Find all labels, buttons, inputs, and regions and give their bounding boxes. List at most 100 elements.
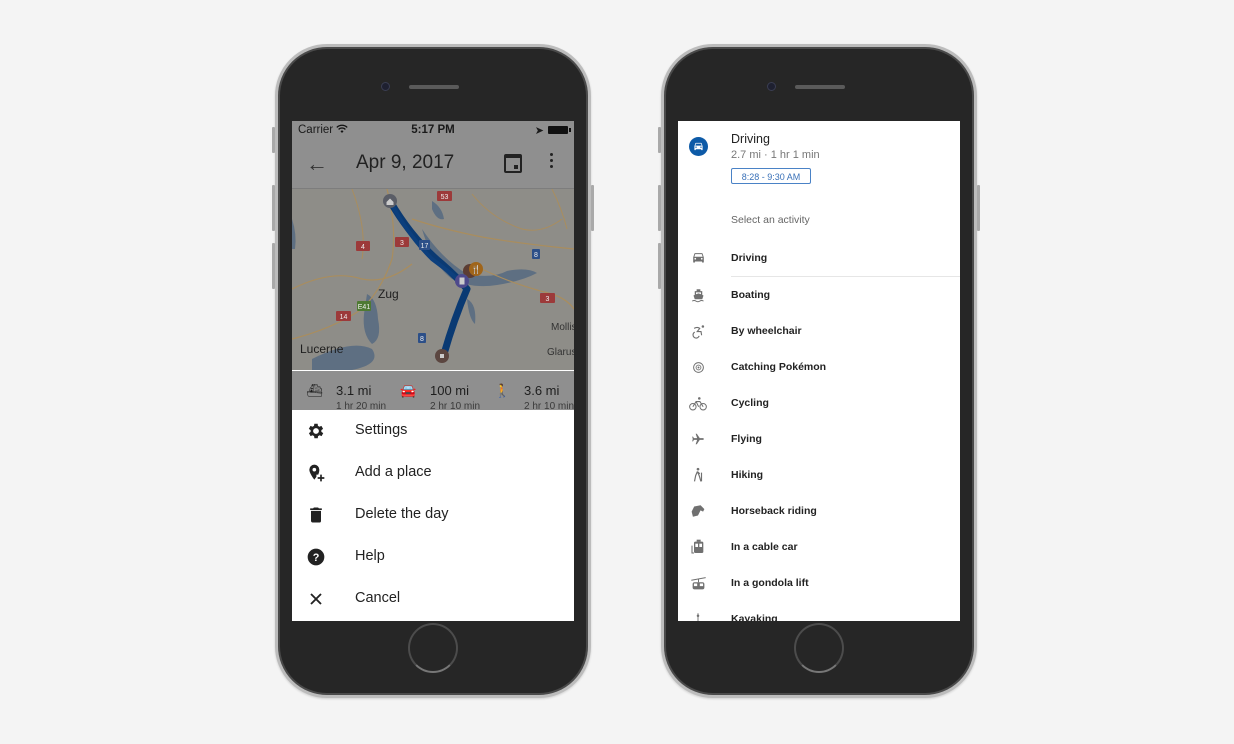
menu-item-settings[interactable]: Settings [292, 410, 574, 452]
activity-item-cable-car[interactable]: In a cable car [678, 529, 960, 565]
car-icon [694, 142, 703, 150]
map-label-mollis: Mollis [551, 322, 574, 333]
activity-item-gondola[interactable]: In a gondola lift [678, 565, 960, 601]
shield-label: 14 [340, 314, 348, 321]
location-arrow-icon: ➤ [534, 125, 544, 137]
shield-label: 4 [361, 244, 365, 251]
map-label-glarus: Glarus [547, 347, 574, 358]
shield-label: 53 [441, 194, 449, 201]
map-label-zug: Zug [378, 287, 399, 301]
add-place-icon [306, 463, 326, 483]
select-activity-heading: Select an activity [731, 214, 810, 226]
activity-item-pokemon[interactable]: Catching Pokémon [678, 349, 960, 385]
end-icon [440, 354, 444, 358]
earpiece-speaker [409, 85, 459, 89]
time-range-button[interactable]: 8:28 - 9:30 AM [731, 168, 811, 184]
restaurant-icon: 🍴 [471, 264, 481, 274]
car-icon: 🚘 [400, 383, 417, 398]
map-view[interactable]: 53 4 3 17 8 E41 14 3 8 🍴 Zug Lucerne Mol… [292, 189, 574, 370]
cable-car-icon [689, 539, 707, 555]
shield-label: 8 [534, 252, 538, 259]
menu-label: Cancel [355, 590, 401, 606]
driving-badge [689, 137, 708, 156]
activity-item-cycling[interactable]: Cycling [678, 385, 960, 421]
menu-item-cancel[interactable]: Cancel [292, 578, 574, 620]
more-vert-icon[interactable] [550, 153, 554, 171]
wheelchair-icon [689, 323, 707, 339]
menu-item-delete-day[interactable]: Delete the day [292, 494, 574, 536]
activity-item-driving[interactable]: Driving [678, 240, 960, 276]
mute-switch [658, 127, 661, 153]
activity-label: Horseback riding [731, 505, 817, 517]
segment-detail: Driving 2.7 mi · 1 hr 1 min 8:28 - 9:30 … [678, 121, 960, 241]
page-title: Apr 9, 2017 [356, 152, 455, 173]
battery-icon [548, 126, 571, 134]
boating-icon: ⛴ [306, 383, 323, 398]
activity-label: Catching Pokémon [731, 361, 827, 373]
gas-station-icon [459, 277, 465, 285]
menu-label: Help [355, 548, 385, 564]
screen-day-view: Carrier 5:17 PM ➤ ← Apr 9, 2017 53 4 3 1… [292, 121, 574, 621]
volume-down-button [658, 243, 661, 289]
car-icon [689, 250, 707, 266]
home-button [408, 623, 458, 673]
bottom-sheet-menu: Settings Add a place Delete the day ? He… [292, 410, 574, 621]
mute-switch [272, 127, 275, 153]
stat-value: 3.1 mi [336, 383, 372, 398]
svg-text:?: ? [313, 552, 320, 564]
activity-item-wheelchair[interactable]: By wheelchair [678, 313, 960, 349]
activity-label: Flying [731, 433, 762, 445]
calendar-icon[interactable] [504, 154, 522, 173]
kayak-icon [689, 611, 707, 621]
activity-label: Kayaking [731, 613, 778, 621]
front-camera [767, 82, 776, 91]
gondola-icon [689, 575, 707, 591]
help-icon: ? [306, 547, 326, 567]
activity-item-flying[interactable]: Flying [678, 421, 960, 457]
screen-edit-segment: Driving 2.7 mi · 1 hr 1 min 8:28 - 9:30 … [678, 121, 960, 621]
horse-icon [689, 503, 707, 519]
power-button [977, 185, 980, 231]
status-bar: Carrier 5:17 PM ➤ [292, 121, 574, 141]
shield-label: E41 [358, 304, 371, 311]
power-button [591, 185, 594, 231]
volume-up-button [272, 185, 275, 231]
activity-item-kayaking[interactable]: Kayaking [678, 601, 960, 621]
earpiece-speaker [795, 85, 845, 89]
walking-icon: 🚶 [494, 383, 511, 398]
bicycle-icon [689, 395, 707, 411]
activity-label: By wheelchair [731, 325, 802, 337]
arrow-back-icon[interactable]: ← [306, 151, 328, 177]
activity-label: Boating [731, 289, 771, 301]
shield-label: 17 [421, 243, 429, 250]
shield-label: 3 [546, 296, 550, 303]
volume-down-button [272, 243, 275, 289]
gear-icon [306, 421, 326, 441]
menu-item-add-place[interactable]: Add a place [292, 452, 574, 494]
home-button [794, 623, 844, 673]
shield-label: 8 [420, 336, 424, 343]
volume-up-button [658, 185, 661, 231]
activity-summary: ⛴ 3.1 mi 1 hr 20 min 🚘 100 mi 2 hr 10 mi… [292, 371, 574, 412]
app-bar: ← Apr 9, 2017 [292, 141, 574, 189]
phone-left: Carrier 5:17 PM ➤ ← Apr 9, 2017 53 4 3 1… [272, 44, 594, 698]
close-icon [306, 589, 326, 609]
segment-meta: 2.7 mi · 1 hr 1 min [731, 149, 820, 161]
phone-right: Driving 2.7 mi · 1 hr 1 min 8:28 - 9:30 … [658, 44, 980, 698]
stat-value: 3.6 mi [524, 383, 560, 398]
front-camera [381, 82, 390, 91]
activity-item-horseback[interactable]: Horseback riding [678, 493, 960, 529]
boat-icon [689, 287, 707, 303]
activity-item-hiking[interactable]: Hiking [678, 457, 960, 493]
clock: 5:17 PM [411, 124, 455, 136]
segment-activity: Driving [731, 132, 770, 146]
activity-item-boating[interactable]: Boating [678, 277, 960, 313]
airplane-icon [689, 431, 707, 447]
activity-label: In a cable car [731, 541, 798, 553]
menu-item-help[interactable]: ? Help [292, 536, 574, 578]
activity-label: Hiking [731, 469, 764, 481]
activity-label: In a gondola lift [731, 577, 809, 589]
map-label-lucerne: Lucerne [300, 342, 344, 356]
menu-label: Add a place [355, 464, 432, 480]
trash-icon [306, 505, 326, 525]
